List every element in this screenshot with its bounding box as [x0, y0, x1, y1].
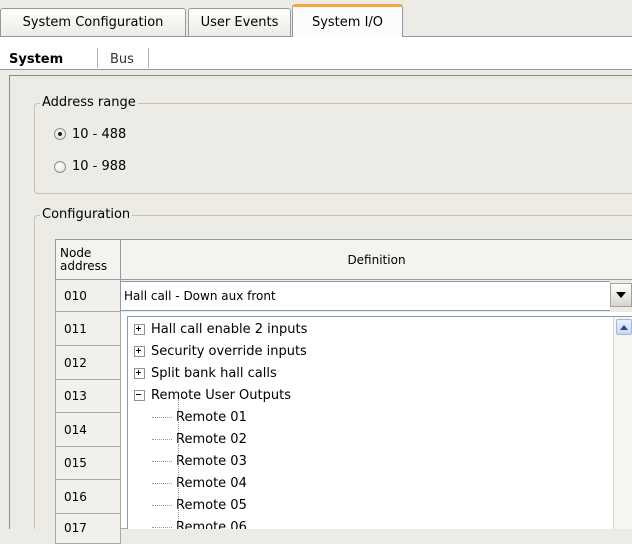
tree-item-label: Security override inputs: [151, 343, 307, 359]
tree-item-label: Remote 04: [176, 475, 247, 491]
tree-content: Hall call enable 2 inputs Security overr…: [134, 318, 604, 529]
tree-item-label: Hall call enable 2 inputs: [151, 321, 308, 337]
sub-tab-bus[interactable]: Bus: [110, 48, 134, 70]
tree-item-remote-02[interactable]: Remote 02: [134, 428, 604, 450]
tree-connector: [152, 416, 172, 418]
address-range-488-radio[interactable]: [54, 128, 66, 140]
tree-item-split-bank[interactable]: Split bank hall calls: [134, 362, 604, 384]
node-address-cell[interactable]: 014: [55, 413, 121, 447]
tree-item-label: Remote 05: [176, 497, 247, 513]
expand-icon[interactable]: [134, 367, 145, 379]
node-address-value: 014: [64, 422, 87, 437]
node-address-value: 017: [64, 521, 87, 535]
expand-icon[interactable]: [134, 345, 145, 357]
node-address-cell[interactable]: 017: [55, 514, 121, 544]
definition-combo-box[interactable]: Hall call - Down aux front: [120, 281, 610, 311]
scroll-up-button[interactable]: [616, 319, 632, 335]
node-address-cell[interactable]: 010: [55, 280, 121, 312]
tree-connector: [152, 438, 172, 440]
node-address-cell[interactable]: 013: [55, 380, 121, 413]
address-range-legend: Address range: [40, 95, 138, 110]
collapse-icon[interactable]: [134, 389, 145, 401]
sub-tab-label: Bus: [110, 51, 134, 67]
expand-icon[interactable]: [134, 323, 145, 335]
tree-item-security-override[interactable]: Security override inputs: [134, 340, 604, 362]
definition-header[interactable]: Definition: [120, 239, 632, 280]
definition-tree-list[interactable]: Hall call enable 2 inputs Security overr…: [127, 316, 632, 529]
tree-item-remote-user-outputs[interactable]: Remote User Outputs: [134, 384, 604, 406]
tree-scrollbar[interactable]: [613, 317, 632, 529]
header-text: Definition: [347, 252, 406, 267]
node-address-cell[interactable]: 016: [55, 480, 121, 514]
tree-item-label: Remote 06: [176, 519, 247, 530]
tree-item-remote-05[interactable]: Remote 05: [134, 494, 604, 516]
node-address-value: 013: [64, 389, 87, 403]
chevron-down-icon: [616, 292, 626, 298]
sub-tab-divider: [148, 48, 149, 68]
tree-item-remote-06[interactable]: Remote 06: [134, 516, 604, 529]
node-address-value: 016: [64, 489, 87, 504]
tree-connector: [152, 482, 172, 484]
tree-item-label: Split bank hall calls: [151, 365, 277, 381]
sub-tab-bar: [0, 37, 632, 70]
tab-system-io[interactable]: System I/O: [292, 4, 403, 37]
tab-user-events[interactable]: User Events: [188, 8, 291, 36]
tab-label: User Events: [200, 15, 279, 30]
tree-item-remote-03[interactable]: Remote 03: [134, 450, 604, 472]
scroll-up-arrow-icon: [620, 324, 628, 330]
header-text: address: [60, 258, 108, 273]
tree-item-label: Remote User Outputs: [151, 387, 291, 403]
tree-item-hall-call-enable[interactable]: Hall call enable 2 inputs: [134, 318, 604, 340]
tree-item-label: Remote 01: [176, 409, 247, 425]
sub-tab-divider: [97, 48, 98, 68]
tree-item-label: Remote 02: [176, 431, 247, 447]
address-range-988-label[interactable]: 10 - 988: [72, 159, 126, 174]
tree-connector: [152, 504, 172, 506]
tab-system-configuration[interactable]: System Configuration: [0, 8, 186, 36]
tree-connector: [152, 526, 172, 528]
radio-selected-dot: [58, 132, 62, 136]
definition-combo-value: Hall call - Down aux front: [124, 289, 276, 303]
tree-item-label: Remote 03: [176, 453, 247, 469]
sub-tab-label: System: [9, 51, 64, 67]
node-address-value: 011: [64, 321, 87, 336]
tree-item-remote-04[interactable]: Remote 04: [134, 472, 604, 494]
header-text: Node: [60, 245, 92, 260]
address-range-988-radio[interactable]: [54, 161, 66, 173]
definition-dropdown-button[interactable]: [610, 283, 632, 307]
tree-connector: [152, 460, 172, 462]
tab-label: System Configuration: [22, 15, 164, 30]
address-range-group: [34, 103, 632, 194]
node-address-cell[interactable]: 012: [55, 346, 121, 380]
node-address-cell[interactable]: 011: [55, 312, 121, 346]
node-address-value: 010: [64, 288, 87, 303]
sub-tab-system[interactable]: System: [9, 48, 63, 70]
tree-item-remote-01[interactable]: Remote 01: [134, 406, 604, 428]
configuration-legend: Configuration: [40, 207, 133, 222]
node-address-cell[interactable]: 015: [55, 447, 121, 480]
node-address-value: 012: [64, 355, 87, 370]
tree-guide-line: [178, 399, 179, 529]
node-address-value: 015: [64, 456, 87, 470]
tab-label: System I/O: [311, 14, 384, 30]
address-range-488-label[interactable]: 10 - 488: [72, 127, 126, 142]
node-address-header[interactable]: Node address: [55, 239, 121, 280]
